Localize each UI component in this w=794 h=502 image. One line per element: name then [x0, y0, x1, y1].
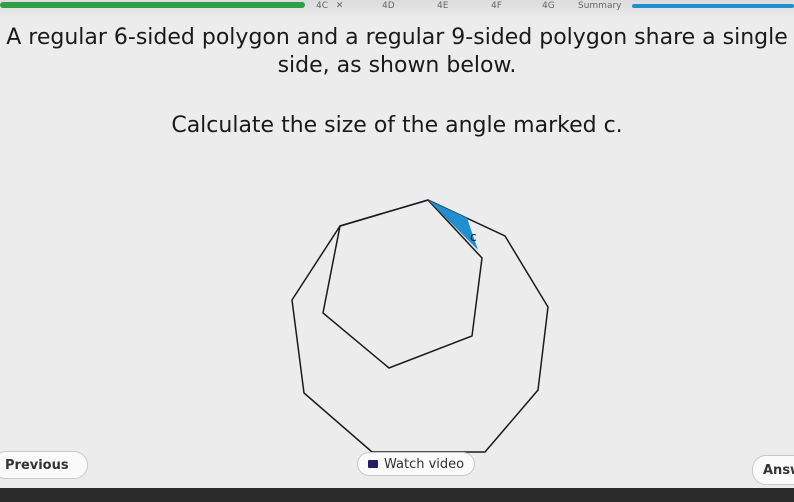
previous-label: Previous: [5, 457, 69, 473]
nonagon: [291, 199, 549, 453]
answer-button[interactable]: Answ: [752, 455, 794, 485]
bottom-strip: [0, 488, 794, 502]
angle-c-label: c: [470, 230, 477, 244]
previous-button[interactable]: Previous: [0, 451, 88, 479]
answer-label: Answ: [763, 462, 794, 478]
polygon-figure: c: [291, 199, 549, 453]
watch-video-label: Watch video: [384, 456, 465, 472]
video-icon: [368, 460, 378, 468]
watch-video-button[interactable]: Watch video: [357, 452, 475, 476]
